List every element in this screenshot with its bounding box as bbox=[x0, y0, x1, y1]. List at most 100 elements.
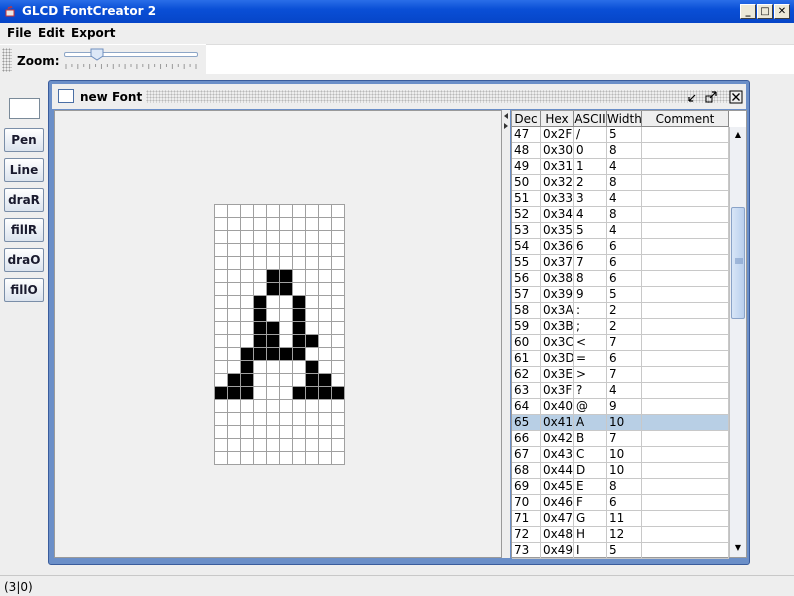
glyph-pixel-off[interactable] bbox=[279, 321, 293, 335]
glyph-pixel-off[interactable] bbox=[227, 321, 241, 335]
cell-width[interactable]: 4 bbox=[607, 159, 642, 175]
glyph-pixel-on[interactable] bbox=[227, 386, 241, 400]
glyph-pixel-off[interactable] bbox=[214, 451, 228, 465]
line-button[interactable]: Line bbox=[4, 158, 44, 182]
table-row[interactable]: 48 0x30 0 8 bbox=[512, 143, 729, 159]
table-row[interactable]: 73 0x49 I 5 bbox=[512, 543, 729, 559]
glyph-pixel-off[interactable] bbox=[331, 256, 345, 270]
menu-file[interactable]: File bbox=[7, 26, 32, 40]
cell-hex[interactable]: 0x46 bbox=[541, 495, 574, 511]
cell-ascii[interactable]: 0 bbox=[574, 143, 607, 159]
col-header-hex[interactable]: Hex bbox=[541, 111, 574, 127]
glyph-pixel-on[interactable] bbox=[279, 347, 293, 361]
split-pane-divider[interactable] bbox=[502, 110, 510, 558]
glyph-pixel-off[interactable] bbox=[318, 334, 332, 348]
table-row[interactable]: 59 0x3B; 2 bbox=[512, 319, 729, 335]
glyph-pixel-off[interactable] bbox=[305, 243, 319, 257]
cell-width[interactable]: 7 bbox=[607, 367, 642, 383]
col-header-width[interactable]: Width bbox=[607, 111, 642, 127]
glyph-pixel-on[interactable] bbox=[266, 347, 280, 361]
glyph-pixel-off[interactable] bbox=[318, 204, 332, 218]
glyph-pixel-off[interactable] bbox=[331, 269, 345, 283]
glyph-pixel-off[interactable] bbox=[331, 204, 345, 218]
draw-rect-button[interactable]: draR bbox=[4, 188, 44, 212]
glyph-pixel-off[interactable] bbox=[292, 425, 306, 439]
glyph-pixel-off[interactable] bbox=[266, 360, 280, 374]
cell-width[interactable]: 8 bbox=[607, 175, 642, 191]
glyph-pixel-off[interactable] bbox=[266, 204, 280, 218]
glyph-pixel-off[interactable] bbox=[292, 451, 306, 465]
minimize-button[interactable]: _ bbox=[740, 4, 756, 19]
table-row[interactable]: 64 0x40 @9 bbox=[512, 399, 729, 415]
glyph-pixel-off[interactable] bbox=[266, 230, 280, 244]
glyph-pixel-off[interactable] bbox=[318, 347, 332, 361]
cell-comment[interactable] bbox=[642, 479, 729, 495]
cell-comment[interactable] bbox=[642, 495, 729, 511]
cell-hex[interactable]: 0x48 bbox=[541, 527, 574, 543]
cell-comment[interactable] bbox=[642, 383, 729, 399]
glyph-pixel-off[interactable] bbox=[214, 334, 228, 348]
frame-close-icon[interactable] bbox=[729, 90, 743, 104]
glyph-pixel-off[interactable] bbox=[253, 425, 267, 439]
glyph-pixel-off[interactable] bbox=[227, 438, 241, 452]
glyph-pixel-off[interactable] bbox=[292, 282, 306, 296]
splitter-arrows-icon[interactable] bbox=[503, 112, 509, 132]
glyph-pixel-off[interactable] bbox=[253, 386, 267, 400]
cell-dec[interactable]: 56 bbox=[512, 271, 541, 287]
glyph-pixel-off[interactable] bbox=[253, 230, 267, 244]
glyph-pixel-off[interactable] bbox=[292, 217, 306, 231]
cell-dec[interactable]: 61 bbox=[512, 351, 541, 367]
cell-dec[interactable]: 65 bbox=[512, 415, 541, 431]
glyph-pixel-on[interactable] bbox=[266, 282, 280, 296]
glyph-pixel-off[interactable] bbox=[240, 399, 254, 413]
cell-width[interactable]: 12 bbox=[607, 527, 642, 543]
glyph-pixel-off[interactable] bbox=[227, 256, 241, 270]
glyph-pixel-off[interactable] bbox=[266, 256, 280, 270]
table-row[interactable]: 70 0x46 F 6 bbox=[512, 495, 729, 511]
glyph-pixel-on[interactable] bbox=[266, 269, 280, 283]
frame-iconify-icon[interactable] bbox=[686, 90, 700, 104]
glyph-pixel-off[interactable] bbox=[318, 230, 332, 244]
cell-hex[interactable]: 0x43 bbox=[541, 447, 574, 463]
frame-maximize-icon[interactable] bbox=[704, 90, 718, 104]
cell-comment[interactable] bbox=[642, 543, 729, 559]
glyph-pixel-off[interactable] bbox=[214, 412, 228, 426]
glyph-pixel-off[interactable] bbox=[266, 412, 280, 426]
glyph-pixel-off[interactable] bbox=[227, 282, 241, 296]
cell-ascii[interactable]: 7 bbox=[574, 255, 607, 271]
glyph-pixel-off[interactable] bbox=[253, 399, 267, 413]
cell-ascii[interactable]: G bbox=[574, 511, 607, 527]
cell-ascii[interactable]: 1 bbox=[574, 159, 607, 175]
table-row[interactable]: 51 0x33 3 4 bbox=[512, 191, 729, 207]
cell-hex[interactable]: 0x39 bbox=[541, 287, 574, 303]
cell-hex[interactable]: 0x2F bbox=[541, 127, 574, 143]
cell-hex[interactable]: 0x3E bbox=[541, 367, 574, 383]
glyph-pixel-off[interactable] bbox=[305, 399, 319, 413]
glyph-pixel-off[interactable] bbox=[318, 217, 332, 231]
glyph-pixel-off[interactable] bbox=[318, 308, 332, 322]
cell-width[interactable]: 10 bbox=[607, 415, 642, 431]
cell-comment[interactable] bbox=[642, 175, 729, 191]
glyph-pixel-on[interactable] bbox=[240, 386, 254, 400]
glyph-pixel-off[interactable] bbox=[331, 360, 345, 374]
cell-comment[interactable] bbox=[642, 143, 729, 159]
glyph-pixel-off[interactable] bbox=[305, 438, 319, 452]
cell-comment[interactable] bbox=[642, 303, 729, 319]
glyph-pixel-on[interactable] bbox=[331, 386, 345, 400]
cell-hex[interactable]: 0x44 bbox=[541, 463, 574, 479]
cell-dec[interactable]: 57 bbox=[512, 287, 541, 303]
glyph-pixel-on[interactable] bbox=[240, 360, 254, 374]
fill-rect-button[interactable]: fillR bbox=[4, 218, 44, 242]
glyph-pixel-off[interactable] bbox=[331, 451, 345, 465]
glyph-pixel-off[interactable] bbox=[331, 321, 345, 335]
glyph-pixel-on[interactable] bbox=[253, 321, 267, 335]
table-row[interactable]: 57 0x39 9 5 bbox=[512, 287, 729, 303]
glyph-pixel-off[interactable] bbox=[292, 256, 306, 270]
table-row[interactable]: 47 0x2F/5 bbox=[512, 127, 729, 143]
cell-width[interactable]: 6 bbox=[607, 255, 642, 271]
cell-hex[interactable]: 0x3D bbox=[541, 351, 574, 367]
glyph-pixel-off[interactable] bbox=[266, 373, 280, 387]
cell-comment[interactable] bbox=[642, 271, 729, 287]
glyph-pixel-off[interactable] bbox=[292, 373, 306, 387]
glyph-pixel-off[interactable] bbox=[266, 438, 280, 452]
